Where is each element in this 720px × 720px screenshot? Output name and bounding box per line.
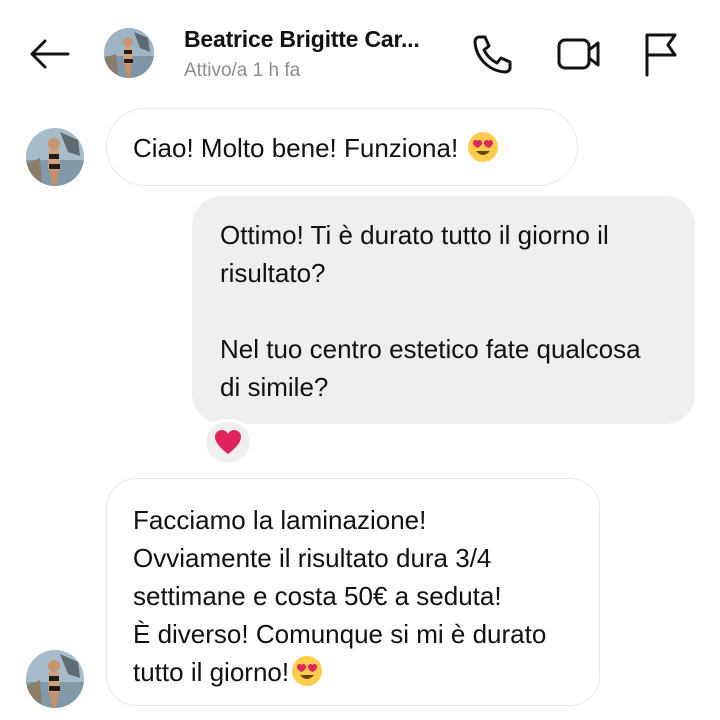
video-camera-icon xyxy=(557,38,600,70)
arrow-left-icon xyxy=(30,39,70,69)
phone-icon xyxy=(473,35,512,74)
video-call-button[interactable] xyxy=(554,30,604,78)
heart-eyes-emoji xyxy=(292,656,323,686)
heart-eyes-emoji xyxy=(468,132,499,162)
contact-name[interactable]: Beatrice Brigitte Car... xyxy=(184,26,420,53)
contact-avatar[interactable] xyxy=(26,128,84,186)
contact-status: Attivo/a 1 h fa xyxy=(184,60,301,81)
message-text: Ottimo! Ti è durato tutto il giorno il r… xyxy=(220,220,641,402)
chat-header: Beatrice Brigitte Car... Attivo/a 1 h fa xyxy=(0,0,720,100)
message-bubble[interactable]: Facciamo la laminazione! Ovviamente il r… xyxy=(106,478,600,706)
back-button[interactable] xyxy=(26,32,72,76)
message-reaction[interactable] xyxy=(203,419,253,465)
call-button[interactable] xyxy=(468,30,518,78)
flag-icon xyxy=(645,33,677,77)
message-text: Facciamo la laminazione! Ovviamente il r… xyxy=(133,505,547,687)
message-bubble[interactable]: Ciao! Molto bene! Funziona! xyxy=(106,108,578,186)
message-bubble[interactable]: Ottimo! Ti è durato tutto il giorno il r… xyxy=(192,196,695,424)
red-heart-emoji xyxy=(215,430,241,454)
message-text: Ciao! Molto bene! Funziona! xyxy=(133,133,459,163)
contact-avatar[interactable] xyxy=(104,28,154,78)
contact-avatar[interactable] xyxy=(26,650,84,708)
report-button[interactable] xyxy=(636,30,686,78)
